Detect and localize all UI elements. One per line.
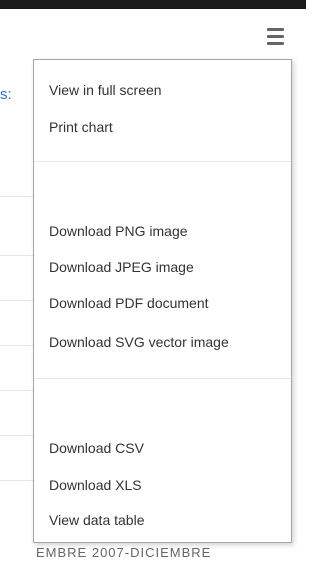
menu-item-print-chart[interactable]: Print chart [49, 119, 113, 135]
top-border [0, 0, 306, 9]
export-context-menu: View in full screen Print chart Download… [33, 59, 292, 543]
grid-line [0, 255, 34, 256]
grid-line [0, 196, 34, 197]
menu-item-download-xls[interactable]: Download XLS [49, 477, 142, 493]
grid-line [0, 345, 34, 346]
grid-line [0, 435, 34, 436]
menu-item-view-full-screen[interactable]: View in full screen [49, 82, 162, 98]
menu-item-download-csv[interactable]: Download CSV [49, 440, 144, 456]
menu-item-download-svg[interactable]: Download SVG vector image [49, 334, 229, 350]
hamburger-menu-icon [266, 27, 284, 31]
background-axis-label: EMBRE 2007-DICIEMBRE [36, 545, 212, 560]
background-partial-label: s: [0, 86, 12, 103]
menu-separator [34, 378, 291, 379]
context-menu-button[interactable] [259, 23, 291, 49]
menu-item-download-pdf[interactable]: Download PDF document [49, 295, 209, 311]
hamburger-menu-icon [266, 41, 284, 45]
grid-line [0, 300, 34, 301]
menu-separator [34, 161, 291, 162]
grid-line [0, 390, 34, 391]
hamburger-menu-icon [266, 34, 284, 38]
menu-item-view-data-table[interactable]: View data table [49, 512, 144, 528]
menu-item-download-jpeg[interactable]: Download JPEG image [49, 259, 194, 275]
menu-item-download-png[interactable]: Download PNG image [49, 223, 188, 239]
grid-line [0, 480, 34, 481]
